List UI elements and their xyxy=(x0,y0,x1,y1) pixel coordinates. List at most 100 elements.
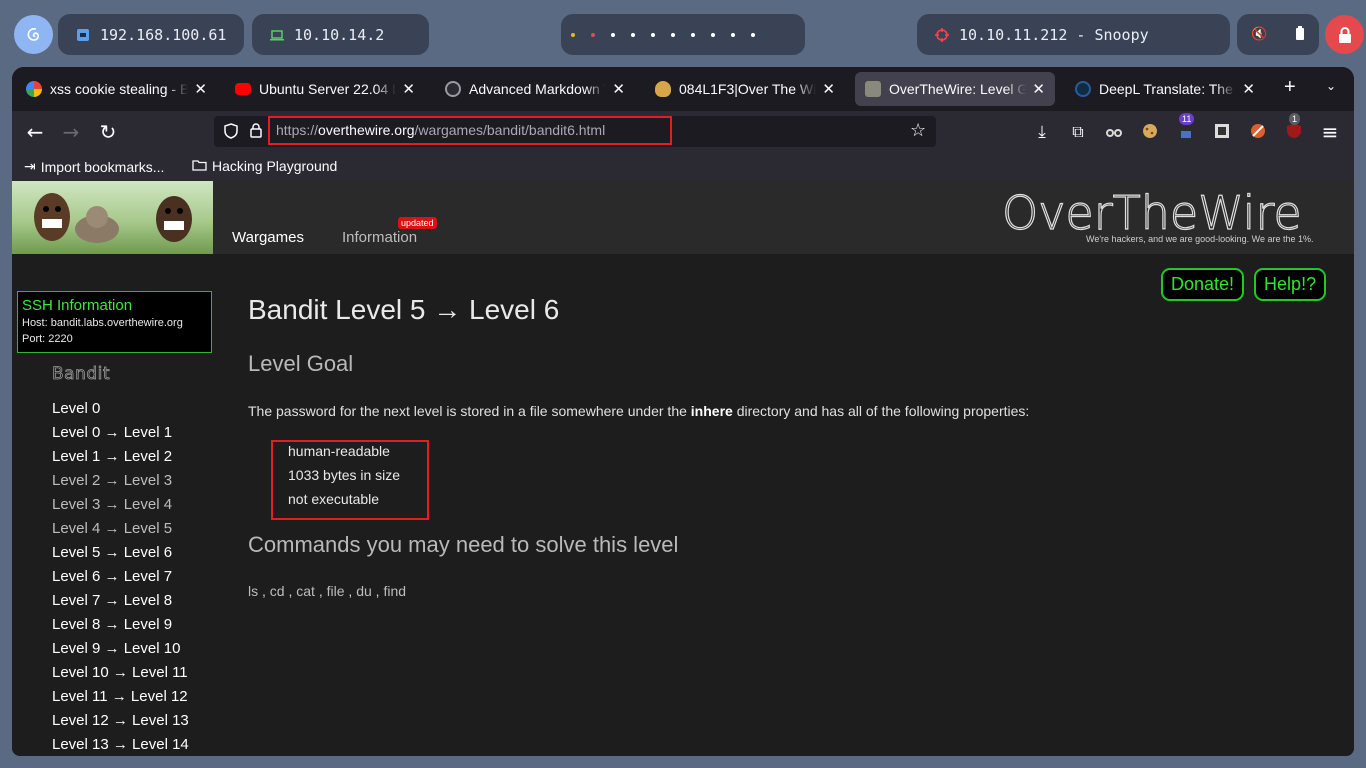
sidebar-level-link[interactable]: Level 10 → Level 11 xyxy=(52,662,189,686)
workspace-dot[interactable] xyxy=(711,32,715,37)
downloads-icon[interactable]: ⤓ xyxy=(1031,121,1053,143)
url-text[interactable]: https://overthewire.org/wargames/bandit/… xyxy=(276,122,605,138)
close-tab-icon[interactable]: ✕ xyxy=(194,80,207,98)
commands-list: ls , cd , cat , file , du , find xyxy=(248,583,406,599)
workspace-dot[interactable] xyxy=(671,32,675,37)
properties-list: human-readable 1033 bytes in size not exec… xyxy=(288,442,400,514)
sidebar-level-link[interactable]: Level 9 → Level 10 xyxy=(52,638,189,662)
donate-button[interactable]: Donate! xyxy=(1161,268,1245,301)
close-tab-icon[interactable]: ✕ xyxy=(1032,80,1045,98)
sidebar-level-link[interactable]: Level 2 → Level 3 xyxy=(52,470,189,494)
sidebar-level-link[interactable]: Level 13 → Level 14 xyxy=(52,734,189,756)
system-tray: 🔇 xyxy=(1237,14,1319,55)
laptop-icon xyxy=(270,28,284,42)
padlock-icon[interactable] xyxy=(250,123,262,142)
workspace-dot[interactable] xyxy=(751,32,755,37)
list-all-tabs-icon[interactable]: ⌄ xyxy=(1326,79,1336,93)
close-tab-icon[interactable]: ✕ xyxy=(402,80,415,98)
target-pill[interactable]: 10.10.11.212 - Snoopy xyxy=(917,14,1230,55)
local-ip: 192.168.100.61 xyxy=(100,25,227,44)
sidebar-level-link[interactable]: Level 0 → Level 1 xyxy=(52,422,189,446)
lock-screen-button[interactable] xyxy=(1325,15,1364,54)
fox-icon xyxy=(655,81,671,97)
cookie-icon[interactable] xyxy=(1139,121,1161,143)
command-link[interactable]: cat xyxy=(296,583,315,599)
extension-glasses-icon[interactable] xyxy=(1103,121,1125,143)
tab-6[interactable]: DeepL Translate: The w ✕ xyxy=(1065,72,1265,106)
close-tab-icon[interactable]: ✕ xyxy=(822,80,835,98)
close-tab-icon[interactable]: ✕ xyxy=(1242,80,1255,98)
forward-icon[interactable]: → xyxy=(60,121,82,143)
tab-strip: xss cookie stealing - Bu ✕ Ubuntu Server… xyxy=(12,67,1354,111)
vpn-ip-pill[interactable]: 10.10.14.2 xyxy=(252,14,429,55)
workspace-dot[interactable] xyxy=(571,32,575,37)
desktop-top-bar: 192.168.100.61 10.10.14.2 10.10.11.212 -… xyxy=(0,0,1366,68)
local-ip-pill[interactable]: 192.168.100.61 xyxy=(58,14,244,55)
help-button[interactable]: Help!? xyxy=(1254,268,1327,301)
sidebar-level-link[interactable]: Level 4 → Level 5 xyxy=(52,518,189,542)
ssh-host: Host: bandit.labs.overthewire.org xyxy=(22,317,183,329)
menu-wargames[interactable]: Wargames xyxy=(232,229,304,246)
page-title: Bandit Level 5 → Level 6 xyxy=(248,294,560,325)
sidebar-level-link[interactable]: Level 6 → Level 7 xyxy=(52,566,189,590)
command-link[interactable]: file xyxy=(327,583,345,599)
back-icon[interactable]: ← xyxy=(24,121,46,143)
chess-icon[interactable] xyxy=(1211,121,1233,143)
extensions-icon[interactable]: ⧉ xyxy=(1067,121,1089,143)
shield-icon[interactable] xyxy=(224,123,238,143)
property-item: not executable xyxy=(288,491,380,507)
workspace-dot[interactable] xyxy=(611,32,615,37)
tab-3[interactable]: Advanced Markdown Tips ✕ xyxy=(435,72,635,106)
command-link[interactable]: cd xyxy=(270,583,285,599)
site-tagline: We're hackers, and we are good-looking. … xyxy=(1086,234,1314,244)
url-bar[interactable]: https://overthewire.org/wargames/bandit/… xyxy=(214,116,936,147)
new-tab-button[interactable]: + xyxy=(1284,76,1296,99)
ublock-icon[interactable]: 1 xyxy=(1283,113,1305,143)
block-icon[interactable] xyxy=(1247,121,1269,143)
command-separator: , xyxy=(314,583,327,599)
sidebar-level-link[interactable]: Level 5 → Level 6 xyxy=(52,542,189,566)
reload-icon[interactable]: ↻ xyxy=(97,121,119,143)
vpn-ip: 10.10.14.2 xyxy=(294,25,385,44)
workspace-dot[interactable] xyxy=(731,32,735,37)
tab-1[interactable]: xss cookie stealing - Bu ✕ xyxy=(16,72,217,106)
workspace-dot[interactable] xyxy=(591,32,595,37)
close-tab-icon[interactable]: ✕ xyxy=(612,80,625,98)
bookmark-import[interactable]: ⇥ Import bookmarks... xyxy=(24,158,164,175)
tab-5-active[interactable]: OverTheWire: Level Goal ✕ xyxy=(855,72,1055,106)
sidebar-level-link[interactable]: Level 3 → Level 4 xyxy=(52,494,189,518)
workspace-dot[interactable] xyxy=(631,32,635,37)
command-link[interactable]: find xyxy=(383,583,406,599)
command-link[interactable]: ls xyxy=(248,583,258,599)
sidebar-level-link[interactable]: Level 7 → Level 8 xyxy=(52,590,189,614)
page-viewport: Wargames Information updated OverTheWire… xyxy=(12,181,1354,756)
site-header: Wargames Information updated OverTheWire… xyxy=(12,181,1354,254)
workspace-dot[interactable] xyxy=(651,32,655,37)
github-icon xyxy=(445,81,461,97)
debian-menu-button[interactable] xyxy=(14,15,53,54)
mute-icon[interactable]: 🔇 xyxy=(1251,27,1267,42)
commands-heading: Commands you may need to solve this leve… xyxy=(248,532,679,557)
level-goal-text: The password for the next level is store… xyxy=(248,403,1030,419)
sidebar-level-link[interactable]: Level 0 xyxy=(52,398,189,422)
workspace-switcher[interactable] xyxy=(561,14,805,55)
extension-badge-icon[interactable]: 11 xyxy=(1175,113,1197,143)
command-link[interactable]: du xyxy=(356,583,372,599)
menu-information[interactable]: Information xyxy=(342,229,417,246)
command-separator: , xyxy=(284,583,297,599)
tab-2[interactable]: Ubuntu Server 22.04 LTS ✕ xyxy=(225,72,425,106)
bookmark-star-icon[interactable]: ☆ xyxy=(910,120,926,141)
sidebar-level-link[interactable]: Level 12 → Level 13 xyxy=(52,710,189,734)
sidebar-level-link[interactable]: Level 1 → Level 2 xyxy=(52,446,189,470)
updated-badge: updated xyxy=(398,217,437,229)
sidebar-level-link[interactable]: Level 11 → Level 12 xyxy=(52,686,189,710)
youtube-icon xyxy=(235,83,251,95)
battery-icon[interactable] xyxy=(1295,25,1305,44)
debian-swirl-icon xyxy=(27,27,39,41)
sidebar-level-link[interactable]: Level 8 → Level 9 xyxy=(52,614,189,638)
workspace-dot[interactable] xyxy=(691,32,695,37)
hamburger-menu-icon[interactable]: ≡ xyxy=(1319,121,1341,143)
otw-icon xyxy=(865,81,881,97)
bookmark-folder-hacking[interactable]: Hacking Playground xyxy=(192,158,337,174)
tab-4[interactable]: 084L1F3|Over The Wire ✕ xyxy=(645,72,845,106)
